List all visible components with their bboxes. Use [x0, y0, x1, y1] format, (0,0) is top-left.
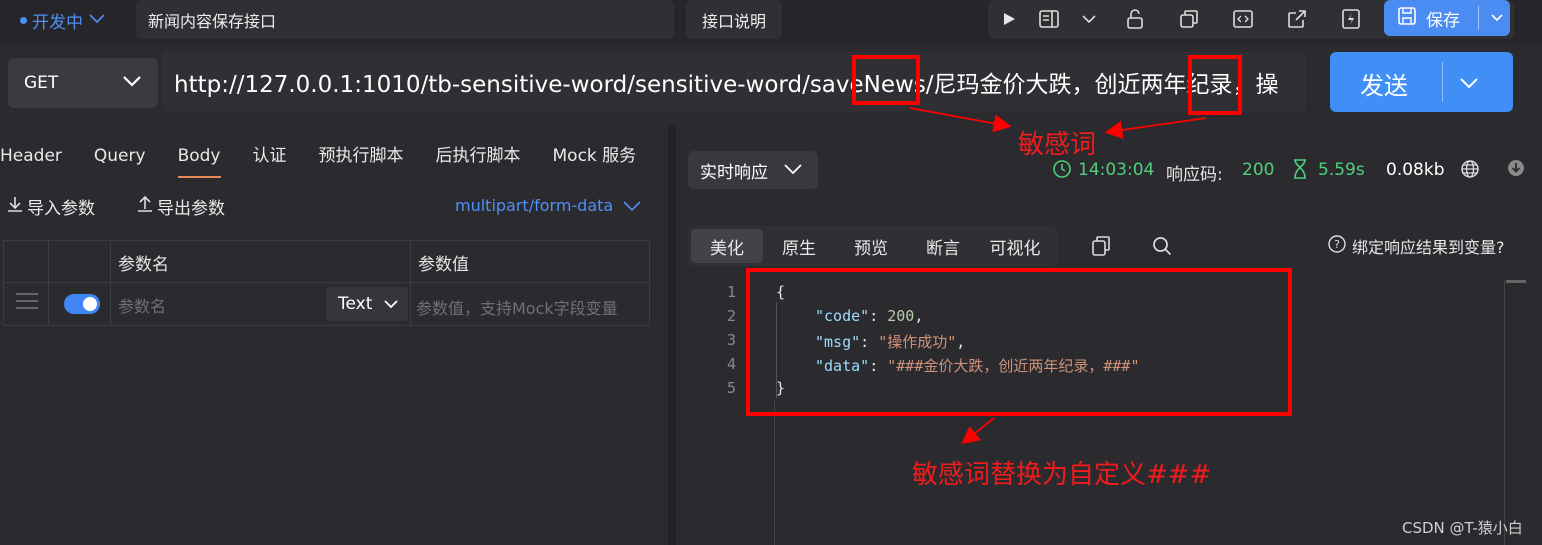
- export-params-button[interactable]: 导出参数: [136, 194, 225, 219]
- top-bar: 开发中 新闻内容保存接口 接口说明 保存: [0, 0, 1542, 44]
- divider: [1442, 62, 1443, 102]
- import-label: 导入参数: [27, 199, 95, 219]
- api-name-input[interactable]: 新闻内容保存接口: [136, 0, 674, 39]
- tab-raw[interactable]: 原生: [763, 229, 835, 263]
- response-duration: 5.59s: [1318, 160, 1365, 180]
- annotation-replaced: 敏感词替换为自定义###: [912, 460, 1212, 490]
- column-header-value: 参数值: [418, 255, 469, 275]
- line-number: 4: [726, 355, 736, 373]
- save-label: 保存: [1426, 10, 1460, 31]
- chevron-down-icon: [122, 72, 142, 92]
- divider: [774, 400, 775, 545]
- tab-mock[interactable]: Mock 服务: [537, 142, 653, 178]
- content-type-select[interactable]: multipart/form-data: [455, 196, 641, 215]
- globe-icon[interactable]: [1460, 159, 1480, 184]
- param-name-input[interactable]: 参数名: [118, 293, 166, 317]
- chevron-down-icon: [89, 12, 105, 28]
- method-label: GET: [24, 73, 59, 93]
- divider: [1478, 6, 1479, 30]
- highlight-box: [852, 55, 920, 105]
- import-params-button[interactable]: 导入参数: [6, 194, 95, 219]
- share-icon[interactable]: [1286, 8, 1308, 30]
- copy-icon[interactable]: [1178, 8, 1200, 30]
- send-button[interactable]: 发送: [1330, 52, 1513, 112]
- param-type-select[interactable]: Text: [326, 287, 408, 321]
- upload-icon: [136, 195, 154, 218]
- chevron-down-icon[interactable]: [1078, 8, 1100, 30]
- save-icon: [1398, 6, 1416, 30]
- status-label: 开发中: [32, 12, 83, 33]
- status-code: 200: [1242, 160, 1275, 180]
- param-type-label: Text: [338, 294, 373, 314]
- chevron-down-icon: [623, 196, 641, 215]
- api-doc-button[interactable]: 接口说明: [686, 0, 782, 39]
- save-button[interactable]: 保存: [1384, 0, 1510, 36]
- chevron-down-icon[interactable]: [1484, 0, 1510, 36]
- watermark: CSDN @T-猿小白: [1402, 519, 1523, 537]
- response-mode-select[interactable]: 实时响应: [688, 151, 818, 189]
- app-root: 开发中 新闻内容保存接口 接口说明 保存 GET http://127.0.0.…: [0, 0, 1542, 545]
- help-icon: ?: [1328, 235, 1346, 257]
- bind-label: 绑定响应结果到变量?: [1352, 238, 1505, 257]
- status-dropdown[interactable]: 开发中: [8, 3, 126, 37]
- divider: [48, 241, 49, 325]
- send-label: 发送: [1360, 72, 1408, 100]
- scrollbar-thumb[interactable]: [1506, 280, 1526, 283]
- enable-toggle[interactable]: [64, 294, 100, 314]
- chevron-down-icon: [384, 294, 399, 314]
- column-header-name: 参数名: [118, 255, 169, 275]
- annotation-sensitive: 敏感词: [1018, 130, 1097, 160]
- download-icon: [6, 195, 24, 218]
- panel-splitter[interactable]: [668, 125, 676, 545]
- tab-body[interactable]: Body: [162, 142, 237, 178]
- line-number: 2: [726, 307, 736, 325]
- bind-variable-link[interactable]: ? 绑定响应结果到变量?: [1328, 234, 1505, 258]
- scrollbar[interactable]: [1504, 280, 1524, 545]
- table-header: 参数名 参数值: [4, 241, 649, 283]
- params-table: 参数名 参数值 参数名 Text 参数值，支持Mock字段变量: [3, 240, 650, 326]
- url-text: http://127.0.0.1:1010/tb-sensitive-word/…: [174, 72, 1279, 98]
- status-dot: [20, 16, 27, 24]
- layout-icon[interactable]: [1038, 8, 1060, 30]
- svg-text:?: ?: [1334, 238, 1340, 251]
- method-select[interactable]: GET: [8, 58, 158, 108]
- tab-header[interactable]: Header: [0, 142, 78, 178]
- content-type-label: multipart/form-data: [455, 196, 614, 215]
- download-icon[interactable]: [1507, 159, 1525, 182]
- param-value-input[interactable]: 参数值，支持Mock字段变量: [416, 295, 618, 319]
- drag-handle-icon[interactable]: [16, 293, 38, 314]
- tab-query[interactable]: Query: [78, 142, 162, 178]
- divider: [110, 241, 111, 325]
- divider: [410, 241, 411, 325]
- tab-beautify[interactable]: 美化: [691, 229, 763, 263]
- line-number: 3: [726, 331, 736, 349]
- tab-post-script[interactable]: 后执行脚本: [420, 142, 537, 178]
- response-mode-label: 实时响应: [700, 162, 768, 183]
- line-number: 1: [726, 283, 736, 301]
- hourglass-icon: [1292, 159, 1308, 184]
- response-size: 0.08kb: [1386, 160, 1445, 180]
- unlock-icon[interactable]: [1124, 8, 1146, 30]
- chevron-down-icon: [784, 160, 802, 180]
- flash-icon[interactable]: [1340, 8, 1362, 30]
- chevron-down-icon[interactable]: [1458, 68, 1480, 96]
- tab-auth[interactable]: 认证: [237, 142, 303, 178]
- params-toolbar: 导入参数 导出参数 multipart/form-data: [0, 194, 650, 224]
- export-label: 导出参数: [157, 199, 225, 219]
- code-icon[interactable]: [1232, 8, 1254, 30]
- run-icon[interactable]: [998, 8, 1020, 30]
- tab-pre-script[interactable]: 预执行脚本: [303, 142, 420, 178]
- line-number: 5: [726, 379, 736, 397]
- request-tabs: Header Query Body 认证 预执行脚本 后执行脚本 Mock 服务: [0, 142, 652, 178]
